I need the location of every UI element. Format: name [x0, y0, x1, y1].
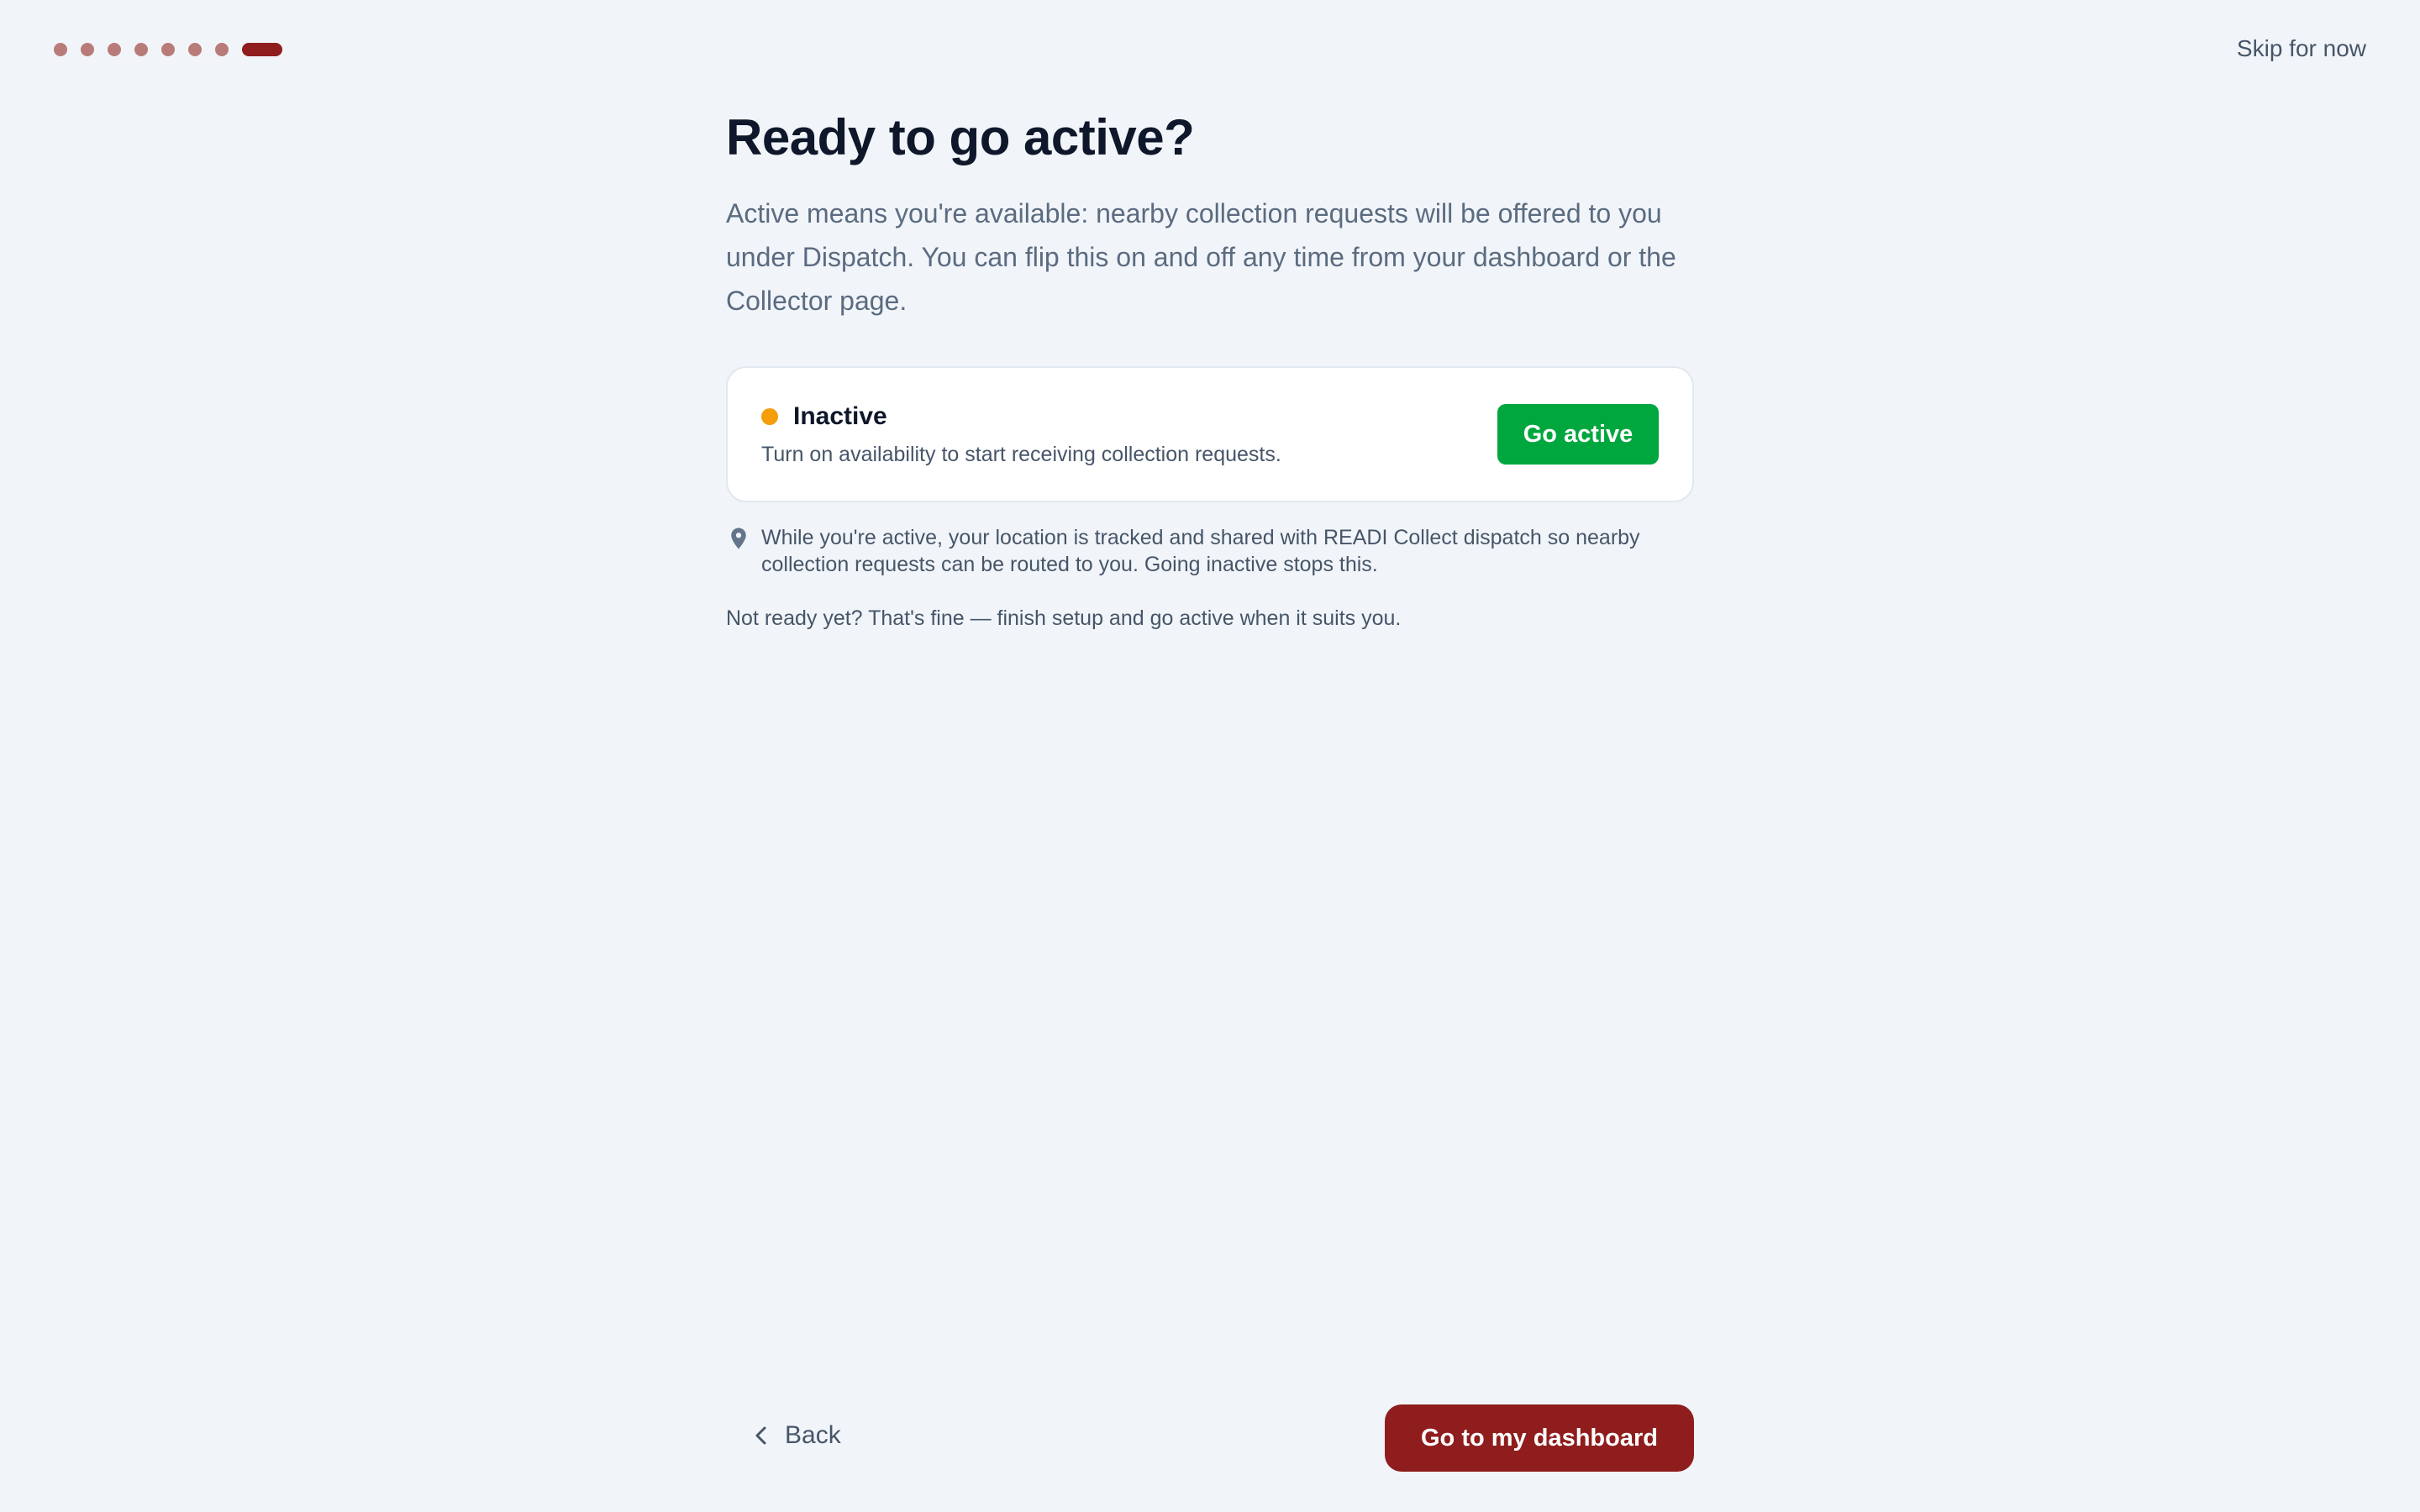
intro-text: Active means you're available: nearby co…	[726, 198, 1676, 316]
back-button-label: Back	[785, 1421, 841, 1449]
progress-stepper	[54, 43, 282, 56]
main-content: Ready to go active? Active means you're …	[726, 106, 1694, 631]
step-indicator-6	[188, 43, 202, 56]
location-note-text: While you're active, your location is tr…	[761, 526, 1640, 576]
step-indicator-2	[81, 43, 94, 56]
go-active-button[interactable]: Go active	[1497, 404, 1659, 465]
map-pin-icon	[726, 526, 751, 555]
page-title: Ready to go active?	[726, 109, 1195, 165]
availability-status-card: Inactive Turn on availability to start r…	[726, 366, 1694, 502]
step-indicator-5	[161, 43, 175, 56]
step-indicator-7	[215, 43, 229, 56]
location-tracking-note: While you're active, your location is tr…	[726, 524, 1694, 578]
step-indicator-4	[134, 43, 148, 56]
step-indicator-1	[54, 43, 67, 56]
step-indicator-current	[242, 43, 282, 56]
status-label: Inactive	[793, 402, 887, 430]
status-info: Inactive Turn on availability to start r…	[761, 402, 1281, 467]
status-description: Turn on availability to start receiving …	[761, 442, 1281, 466]
status-indicator-dot	[761, 407, 778, 425]
chevron-left-icon	[755, 1426, 766, 1445]
step-indicator-3	[108, 43, 121, 56]
not-ready-text: Not ready yet? That's fine — finish setu…	[726, 606, 1402, 630]
skip-for-now-link[interactable]: Skip for now	[2237, 35, 2366, 62]
back-button[interactable]: Back	[751, 1421, 841, 1450]
go-to-dashboard-button[interactable]: Go to my dashboard	[1385, 1404, 1694, 1472]
status-row: Inactive	[761, 402, 1281, 431]
